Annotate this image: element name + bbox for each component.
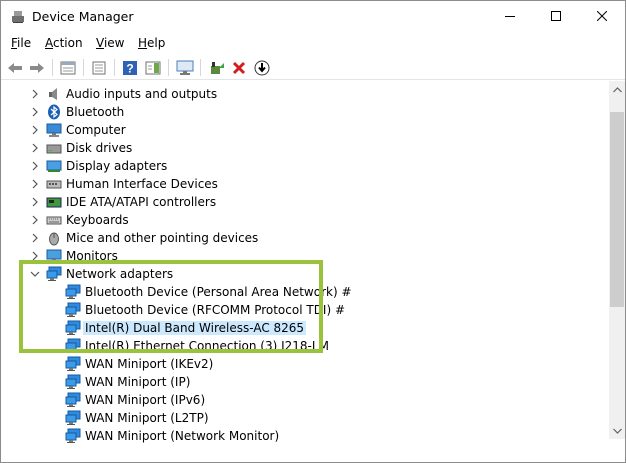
tree-item-disk-drives[interactable]: Disk drives: [1, 139, 609, 157]
mouse-icon: [46, 230, 62, 246]
tree-child-label: WAN Miniport (L2TP): [85, 411, 209, 425]
tree-item-ide[interactable]: IDE ATA/ATAPI controllers: [1, 193, 609, 211]
chevron-right-icon[interactable]: [29, 232, 41, 244]
tree-item-hid[interactable]: Human Interface Devices: [1, 175, 609, 193]
scroll-down-arrow-icon: [612, 428, 622, 434]
computer-icon: [46, 122, 62, 138]
close-button[interactable]: [579, 1, 625, 31]
scroll-down-button[interactable]: [609, 422, 625, 439]
uninstall-x-icon: [232, 61, 246, 74]
tree-child-wan-l2tp[interactable]: WAN Miniport (L2TP): [1, 409, 609, 427]
chevron-right-icon[interactable]: [29, 178, 41, 190]
network-adapter-icon: [65, 410, 81, 426]
minimize-icon: [505, 16, 515, 17]
uninstall-button[interactable]: [229, 58, 249, 77]
show-hide-tree-icon: [92, 61, 106, 74]
tree-item-label: Audio inputs and outputs: [66, 87, 218, 101]
svg-text:?: ?: [126, 61, 133, 75]
update-driver-button[interactable]: [207, 58, 227, 77]
update-driver-icon: [211, 61, 224, 74]
window-title: Device Manager: [32, 9, 134, 24]
help-button[interactable]: ?: [120, 58, 140, 77]
network-adapters-highlight-box: [19, 260, 323, 353]
tree-child-wan-ip[interactable]: WAN Miniport (IP): [1, 373, 609, 391]
tree-item-label: Display adapters: [66, 159, 168, 173]
ide-controller-icon: [46, 194, 62, 210]
display-adapter-icon: [46, 158, 62, 174]
menu-bar: File Action View Help: [1, 32, 625, 54]
menu-view[interactable]: View: [96, 36, 124, 50]
tree-child-wan-ikev2[interactable]: WAN Miniport (IKEv2): [1, 355, 609, 373]
menu-action[interactable]: Action: [45, 36, 83, 50]
scroll-up-arrow-icon: [612, 86, 622, 92]
disk-drive-icon: [46, 140, 62, 156]
tree-child-wan-ipv6[interactable]: WAN Miniport (IPv6): [1, 391, 609, 409]
tree-item-computer[interactable]: Computer: [1, 121, 609, 139]
tree-item-display-adapters[interactable]: Display adapters: [1, 157, 609, 175]
tree-item-mice[interactable]: Mice and other pointing devices: [1, 229, 609, 247]
tree-item-label: Computer: [66, 123, 126, 137]
tree-item-label: Disk drives: [66, 141, 133, 155]
chevron-right-icon[interactable]: [29, 88, 41, 100]
chevron-right-icon[interactable]: [29, 214, 41, 226]
menu-help[interactable]: Help: [138, 36, 165, 50]
scroll-thumb[interactable]: [610, 112, 624, 307]
close-icon: [597, 11, 607, 21]
computer-monitor-icon: [176, 60, 194, 75]
scroll-up-button[interactable]: [609, 81, 625, 98]
tree-item-label: Bluetooth: [66, 105, 125, 119]
forward-arrow-icon: [30, 62, 44, 73]
network-adapter-icon: [65, 392, 81, 408]
hid-icon: [46, 176, 62, 192]
tree-child-wan-network-monitor[interactable]: WAN Miniport (Network Monitor): [1, 427, 609, 445]
chevron-right-icon[interactable]: [29, 196, 41, 208]
show-hide-tree-button[interactable]: [89, 58, 109, 77]
tree-item-keyboards[interactable]: Keyboards: [1, 211, 609, 229]
maximize-icon: [551, 11, 561, 21]
tree-child-label: WAN Miniport (Network Monitor): [85, 429, 280, 443]
chevron-right-icon[interactable]: [29, 160, 41, 172]
back-button[interactable]: [5, 58, 25, 77]
help-icon: ?: [123, 60, 137, 75]
tree-child-label: WAN Miniport (IKEv2): [85, 357, 214, 371]
network-adapter-icon: [65, 428, 81, 444]
keyboard-icon: [46, 212, 62, 228]
maximize-button[interactable]: [533, 1, 579, 31]
forward-button[interactable]: [27, 58, 47, 77]
properties-view-button[interactable]: [58, 58, 78, 77]
scan-hardware-button[interactable]: [175, 58, 195, 77]
speaker-icon: [46, 86, 62, 102]
network-adapter-icon: [65, 356, 81, 372]
minimize-button[interactable]: [487, 1, 533, 31]
network-adapter-icon: [65, 374, 81, 390]
toolbar: ?: [1, 55, 625, 80]
tree-item-label: IDE ATA/ATAPI controllers: [66, 195, 217, 209]
bluetooth-icon: [46, 104, 62, 120]
back-arrow-icon: [8, 62, 22, 73]
tree-item-bluetooth[interactable]: Bluetooth: [1, 103, 609, 121]
menu-file[interactable]: File: [11, 36, 31, 50]
properties-sheet-icon: [60, 61, 76, 74]
chevron-right-icon[interactable]: [29, 124, 41, 136]
action-pane-button[interactable]: [143, 58, 163, 77]
tree-item-label: Mice and other pointing devices: [66, 231, 259, 245]
title-bar[interactable]: Device Manager: [1, 1, 625, 32]
chevron-right-icon[interactable]: [29, 142, 41, 154]
tree-child-label: WAN Miniport (IP): [85, 375, 191, 389]
device-manager-app-icon: [10, 8, 26, 24]
download-arrow-icon: [254, 60, 270, 75]
tree-item-audio[interactable]: Audio inputs and outputs: [1, 85, 609, 103]
action-pane-icon: [145, 61, 161, 74]
chevron-right-icon[interactable]: [29, 106, 41, 118]
tree-item-label: Keyboards: [66, 213, 129, 227]
device-manager-window: Device Manager File Action View Help ? A…: [0, 0, 626, 463]
vertical-scrollbar[interactable]: [609, 81, 625, 439]
install-button[interactable]: [252, 58, 272, 77]
tree-item-label: Human Interface Devices: [66, 177, 218, 191]
tree-child-label: WAN Miniport (IPv6): [85, 393, 206, 407]
